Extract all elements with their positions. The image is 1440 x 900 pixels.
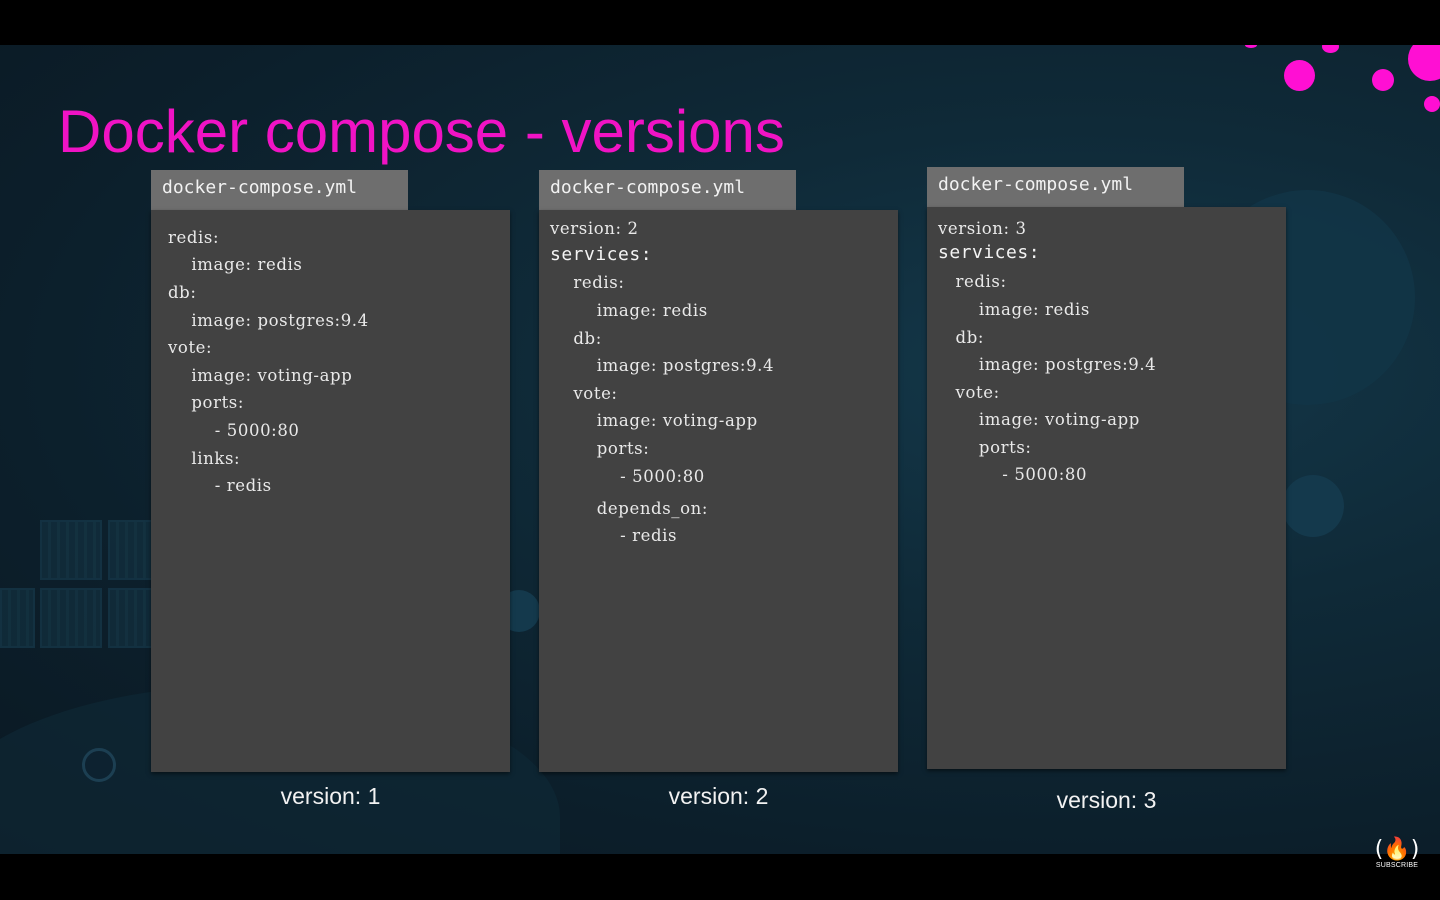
code-line: db: (938, 328, 985, 347)
code-line: redis: (938, 272, 1007, 291)
code-line: image: voting-app (550, 411, 758, 430)
code-panel-v1: redis: image: redis db: image: postgres:… (151, 210, 510, 772)
background-circle (1282, 475, 1344, 537)
code-line: services: (550, 244, 653, 265)
presentation-slide: Docker compose - versions docker-compose… (0, 45, 1440, 854)
subscribe-label: SUBSCRIBE (1375, 862, 1419, 869)
freecodecamp-logo-icon: (🔥) (1374, 837, 1420, 862)
code-line: image: voting-app (168, 366, 353, 385)
code-line: image: postgres:9.4 (168, 311, 369, 330)
subscribe-button[interactable]: (🔥) SUBSCRIBE (1374, 838, 1420, 876)
decorative-dot (1372, 69, 1394, 91)
decorative-dot (1322, 45, 1339, 53)
code-line: ports: (938, 438, 1032, 457)
code-line: - redis (168, 476, 272, 495)
code-panel-v3: version: 3 services: redis: image: redis… (927, 207, 1286, 769)
version-label: version: 1 (280, 783, 381, 809)
decorative-dot (1284, 60, 1315, 91)
code-line: ports: (550, 439, 650, 458)
code-panel-v2: version: 2 services: redis: image: redis… (539, 210, 898, 772)
code-line: image: voting-app (938, 410, 1140, 429)
filename-tab: docker-compose.yml (927, 167, 1184, 207)
whale-eye-background (82, 748, 116, 782)
container-crate-background (40, 520, 102, 580)
code-line: vote: (938, 383, 1000, 402)
code-line: - 5000:80 (550, 467, 705, 486)
filename-tab: docker-compose.yml (151, 170, 408, 210)
code-line: ports: (168, 393, 245, 412)
code-line: vote: (168, 338, 213, 357)
code-line: db: (550, 329, 602, 348)
code-line: version: 3 (938, 219, 1027, 238)
letterbox-bottom (0, 854, 1440, 900)
code-line: - redis (550, 526, 678, 545)
code-line: depends_on: (550, 499, 709, 518)
decorative-dot (1424, 96, 1440, 112)
code-line: vote: (550, 384, 618, 403)
code-line: version: 2 (550, 219, 639, 238)
code-line: services: (938, 242, 1041, 263)
container-crate-background (40, 588, 102, 648)
code-line: image: redis (938, 300, 1090, 319)
code-line: image: redis (550, 301, 708, 320)
code-line: - 5000:80 (168, 421, 300, 440)
code-line: - 5000:80 (938, 465, 1088, 484)
code-line: redis: (550, 273, 625, 292)
code-line: db: (168, 283, 197, 302)
decorative-dot (1245, 45, 1257, 48)
slide-title: Docker compose - versions (58, 98, 785, 165)
decorative-dot (1408, 45, 1440, 81)
code-line: image: postgres:9.4 (550, 356, 775, 375)
container-crate-background (108, 588, 153, 648)
container-crate-background (0, 588, 35, 648)
version-label: version: 2 (668, 783, 769, 809)
code-line: image: postgres:9.4 (938, 355, 1157, 374)
filename-tab: docker-compose.yml (539, 170, 796, 210)
code-line: links: (168, 449, 241, 468)
code-line: image: redis (168, 255, 303, 274)
version-label: version: 3 (1056, 787, 1157, 813)
letterbox-top (0, 0, 1440, 45)
container-crate-background (108, 520, 153, 580)
code-line: redis: (168, 228, 220, 247)
